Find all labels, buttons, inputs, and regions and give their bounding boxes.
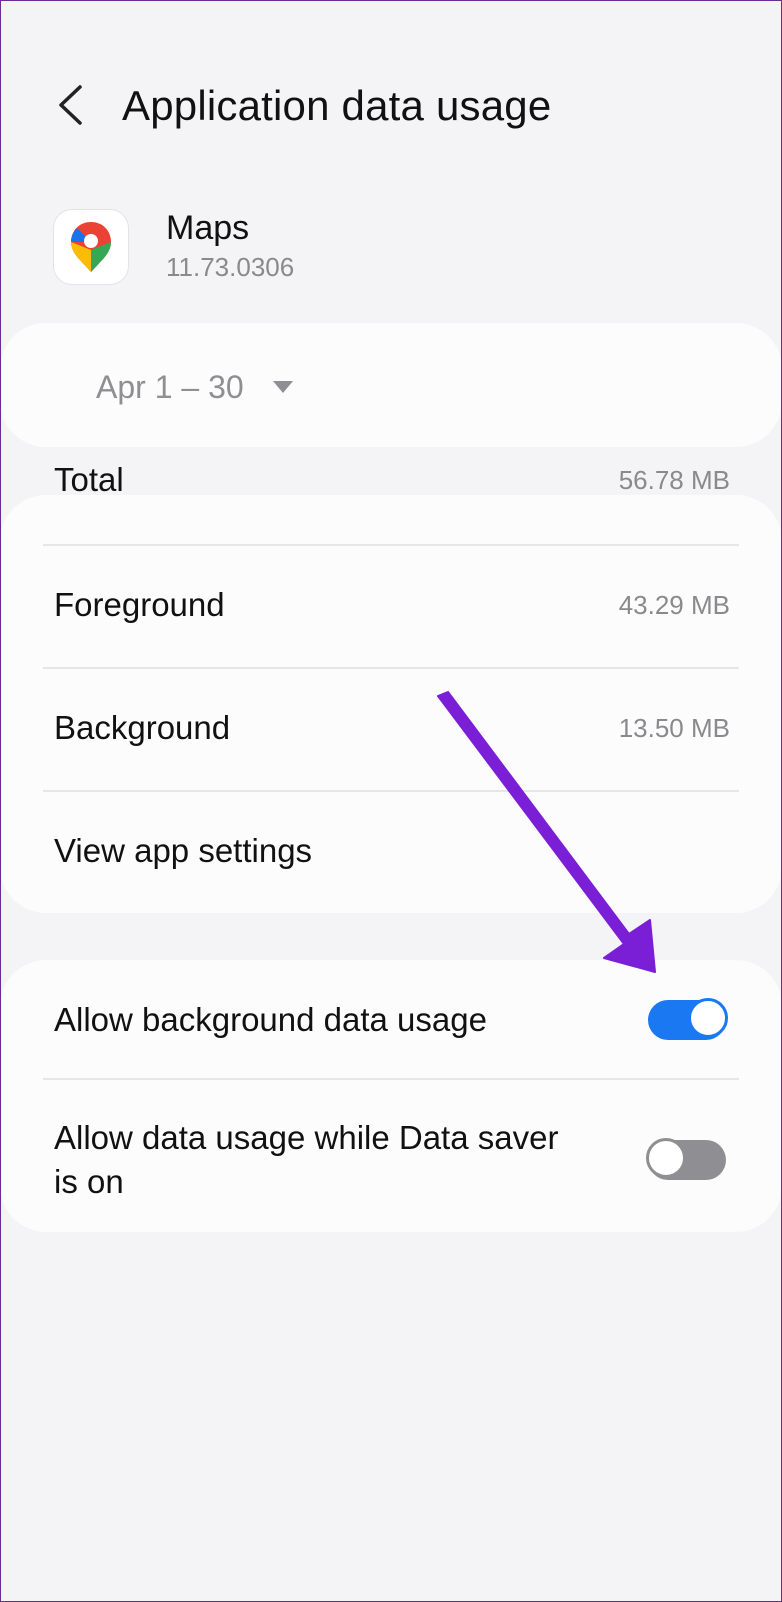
back-button[interactable]	[48, 78, 92, 132]
data-saver-label: Allow data usage while Data saver is on	[54, 1119, 559, 1200]
toggle-row-background-data[interactable]: Allow background data usage	[54, 986, 728, 1054]
chevron-left-icon	[59, 85, 82, 125]
period-card: Apr 1 – 30	[0, 323, 782, 447]
view-app-settings-label: View app settings	[54, 832, 313, 869]
toggle-row-data-saver[interactable]: Allow data usage while Data saver is on	[54, 1110, 726, 1210]
data-saver-switch[interactable]	[646, 1138, 726, 1180]
usage-row-background: Background 13.50 MB	[54, 668, 730, 788]
background-label: Background	[54, 709, 231, 746]
app-version: 11.73.0306	[166, 252, 295, 282]
background-data-label: Allow background data usage	[54, 1001, 487, 1038]
page-title: Application data usage	[122, 82, 552, 129]
app-info: Maps 11.73.0306	[54, 209, 295, 284]
period-label: Apr 1 – 30	[96, 369, 244, 405]
foreground-label: Foreground	[54, 586, 225, 623]
foreground-value: 43.29 MB	[618, 589, 730, 620]
background-data-switch[interactable]	[648, 998, 728, 1040]
google-maps-pin-icon	[54, 210, 128, 284]
app-name: Maps	[166, 209, 250, 247]
period-dropdown[interactable]: Apr 1 – 30	[96, 369, 294, 406]
view-app-settings-item[interactable]: View app settings	[54, 791, 730, 911]
total-value: 56.78 MB	[618, 464, 730, 495]
switch-knob	[646, 1138, 686, 1178]
triangle-down-icon	[272, 380, 293, 393]
total-row: Total 56.78 MB	[54, 458, 730, 502]
background-value: 13.50 MB	[618, 712, 730, 743]
total-label: Total	[54, 461, 124, 498]
divider	[43, 1078, 739, 1080]
usage-row-foreground: Foreground 43.29 MB	[54, 545, 730, 665]
switch-knob	[688, 998, 728, 1038]
